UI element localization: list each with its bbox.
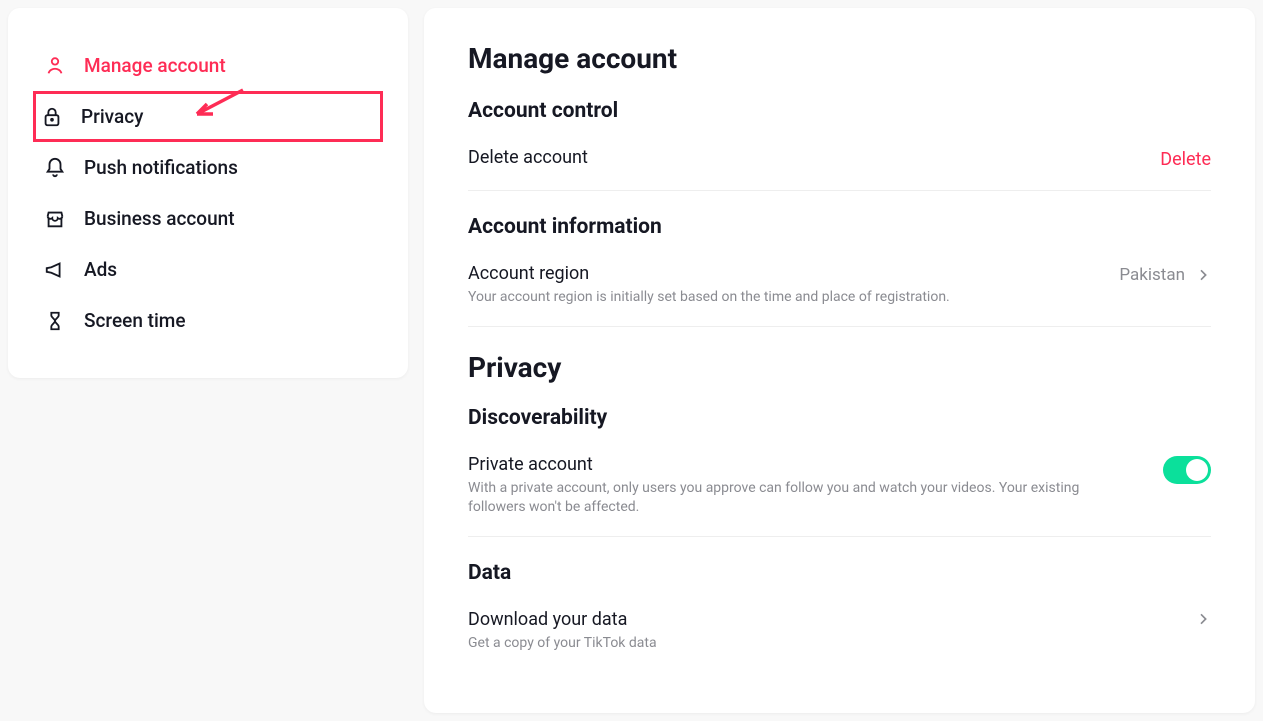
download-data-desc: Get a copy of your TikTok data	[468, 634, 1088, 654]
download-data-label: Download your data	[468, 609, 1195, 630]
chevron-right-icon	[1195, 267, 1211, 283]
section-discoverability-title: Discoverability	[468, 406, 1211, 430]
section-data-title: Data	[468, 561, 1211, 585]
download-data-row[interactable]: Download your data Get a copy of your Ti…	[468, 599, 1211, 672]
hourglass-icon	[44, 310, 66, 332]
delete-button[interactable]: Delete	[1160, 149, 1211, 170]
delete-account-row[interactable]: Delete account Delete	[468, 137, 1211, 191]
account-region-label: Account region	[468, 263, 1119, 284]
sidebar-item-label: Business account	[84, 207, 235, 230]
bell-icon	[44, 157, 66, 179]
section-account-control-title: Account control	[468, 99, 1211, 123]
private-account-row: Private account With a private account, …	[468, 444, 1211, 537]
account-region-desc: Your account region is initially set bas…	[468, 288, 1088, 308]
sidebar-item-label: Push notifications	[84, 156, 238, 179]
sidebar-item-screen-time[interactable]: Screen time	[36, 295, 380, 346]
sidebar-item-business-account[interactable]: Business account	[36, 193, 380, 244]
sidebar-item-ads[interactable]: Ads	[36, 244, 380, 295]
sidebar-item-label: Privacy	[81, 105, 143, 128]
person-icon	[44, 55, 66, 77]
section-account-information-title: Account information	[468, 215, 1211, 239]
settings-main-panel: Manage account Account control Delete ac…	[424, 8, 1255, 713]
chevron-right-icon	[1195, 611, 1211, 627]
sidebar-item-label: Screen time	[84, 309, 186, 332]
private-account-label: Private account	[468, 454, 1163, 475]
page-title: Manage account	[468, 42, 1211, 75]
megaphone-icon	[44, 259, 66, 281]
account-region-value: Pakistan	[1119, 265, 1185, 285]
lock-icon	[41, 106, 63, 128]
sidebar-item-label: Manage account	[84, 54, 226, 77]
storefront-icon	[44, 208, 66, 230]
account-region-row[interactable]: Account region Your account region is in…	[468, 253, 1211, 327]
sidebar-item-push-notifications[interactable]: Push notifications	[36, 142, 380, 193]
sidebar-item-label: Ads	[84, 258, 117, 281]
private-account-toggle[interactable]	[1163, 456, 1211, 484]
settings-sidebar: Manage account Privacy Push notification…	[8, 8, 408, 378]
private-account-desc: With a private account, only users you a…	[468, 479, 1088, 518]
sidebar-item-manage-account[interactable]: Manage account	[36, 40, 380, 91]
sidebar-item-privacy[interactable]: Privacy	[33, 91, 383, 142]
delete-account-label: Delete account	[468, 147, 1160, 168]
privacy-heading: Privacy	[468, 351, 1211, 384]
